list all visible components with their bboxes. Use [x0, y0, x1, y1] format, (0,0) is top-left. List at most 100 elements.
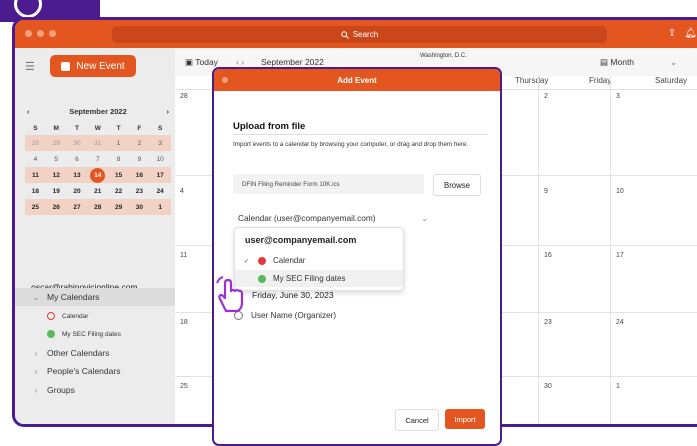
day-number[interactable]: 4	[180, 188, 184, 195]
day-number[interactable]: 10	[616, 188, 624, 195]
mini-calendar-day[interactable]: 2	[128, 135, 150, 151]
view-mode-select[interactable]: ▤ Month	[600, 57, 634, 68]
today-label: Today	[195, 57, 218, 67]
mini-calendar-day[interactable]: 10	[150, 151, 171, 167]
sidebar-item-my-calendars[interactable]: ⌄ My Calendars	[15, 288, 175, 306]
day-number[interactable]: 23	[544, 319, 552, 326]
mini-calendar-day[interactable]: 21	[87, 183, 108, 199]
mini-calendar-day[interactable]: 3	[149, 135, 171, 151]
mini-calendar-day[interactable]: 26	[45, 199, 67, 215]
weekday-label: Friday	[589, 76, 612, 85]
mini-calendar-day[interactable]: 15	[108, 167, 129, 183]
prev-month-icon[interactable]: ‹	[27, 107, 30, 116]
today-marker: 14	[90, 167, 106, 183]
cancel-button[interactable]: Cancel	[395, 409, 439, 431]
day-number[interactable]: 28	[180, 93, 188, 100]
grid-line	[538, 76, 539, 424]
window-controls[interactable]	[25, 30, 56, 37]
mini-calendar-day[interactable]: 29	[108, 199, 129, 215]
calendar-dropdown: user@companyemail.com ✓ Calendar My SEC …	[234, 227, 404, 291]
mini-calendar-day[interactable]: 11	[25, 167, 46, 183]
day-number[interactable]: 2	[544, 93, 548, 100]
day-number[interactable]: 24	[616, 319, 624, 326]
mini-calendar-day[interactable]: 17	[149, 167, 171, 183]
chevron-right-icon: ›	[34, 348, 38, 358]
dropdown-calendar-label: Calendar	[273, 256, 306, 265]
mini-calendar-day[interactable]: 29	[45, 135, 67, 151]
new-event-button[interactable]: New Event	[50, 55, 136, 77]
today-button[interactable]: ▣ Today	[185, 57, 218, 68]
dropdown-item-calendar[interactable]: ✓ Calendar	[235, 252, 403, 269]
mini-calendar-day[interactable]: 25	[25, 199, 46, 215]
mini-calendar-day[interactable]: 16	[128, 167, 150, 183]
mini-calendar-day[interactable]: 9	[129, 151, 150, 167]
day-number[interactable]: 3	[616, 93, 620, 100]
sidebar-item-calendar[interactable]: Calendar	[15, 307, 175, 325]
day-number[interactable]: 16	[544, 252, 552, 259]
chevron-down-icon[interactable]: ⌄	[670, 57, 677, 68]
search-bar[interactable]: Search	[112, 26, 607, 43]
mini-calendar-day[interactable]: 18	[25, 183, 46, 199]
day-number[interactable]: 1	[616, 383, 620, 390]
nav-arrows[interactable]: ‹ ›	[236, 57, 244, 67]
weekday-header: W	[94, 124, 101, 132]
mini-calendar-day[interactable]: 30	[66, 135, 88, 151]
next-month-icon[interactable]: ›	[166, 107, 169, 116]
mini-calendar-day[interactable]: 4	[25, 151, 46, 167]
sec-filing-color-icon	[258, 274, 266, 283]
mini-calendar-day[interactable]: 30	[128, 199, 150, 215]
sidebar-item-other-calendars[interactable]: › Other Calendars	[15, 344, 175, 362]
view-mode-label: Month	[610, 57, 635, 67]
mini-calendar-day[interactable]: 27	[66, 199, 88, 215]
organizer-row: User Name (Organizer)	[234, 311, 336, 320]
dropdown-sec-label: My SEC Filing dates	[273, 274, 346, 283]
sidebar-item-sec-filing[interactable]: My SEC Filing dates	[15, 325, 175, 343]
menu-icon[interactable]: ☰	[25, 60, 35, 73]
mini-calendar-day[interactable]: 13	[66, 167, 88, 183]
sidebar-item-groups[interactable]: › Groups	[15, 381, 175, 399]
share-icon[interactable]: ⇪	[668, 28, 676, 39]
mini-calendar-day[interactable]: 19	[46, 183, 67, 199]
day-number[interactable]: 11	[180, 252, 187, 259]
mini-calendar-day[interactable]: 8	[108, 151, 129, 167]
close-dot-icon[interactable]	[222, 77, 228, 83]
dropdown-item-sec-filing[interactable]: My SEC Filing dates	[235, 270, 403, 287]
groups-label: Groups	[47, 385, 75, 395]
mini-calendar-day[interactable]: 14	[87, 167, 109, 183]
weekday-header: S	[158, 124, 163, 132]
mini-calendar-day[interactable]: 28	[87, 199, 109, 215]
upload-title: Upload from file	[233, 121, 306, 132]
mini-calendar-day[interactable]: 31	[87, 135, 109, 151]
mini-calendar-day[interactable]: 1	[108, 135, 129, 151]
mini-calendar-day[interactable]: 22	[108, 183, 129, 199]
chevron-down-icon: ⌄	[32, 291, 40, 302]
mini-calendar-day[interactable]: 12	[45, 167, 67, 183]
mini-calendar-day[interactable]: 1	[149, 199, 171, 215]
day-number[interactable]: 9	[544, 188, 548, 195]
browse-button[interactable]: Browse	[433, 174, 481, 196]
bell-icon[interactable]: 🔔︎	[684, 28, 697, 39]
file-name-field[interactable]: DFIN Filing Reminder Form 10K.ics	[233, 174, 424, 194]
sidebar-item-peoples-calendars[interactable]: › People's Calendars	[15, 362, 175, 380]
mini-calendar-day[interactable]: 5	[46, 151, 67, 167]
mini-calendar-day[interactable]: 7	[87, 151, 108, 167]
calendar-color-icon[interactable]	[47, 312, 55, 320]
mini-calendar-day[interactable]: 28	[25, 135, 46, 151]
search-icon	[341, 30, 349, 39]
calendar-select[interactable]: Calendar (user@companyemail.com) ⌄	[238, 211, 428, 225]
check-circle-icon[interactable]	[47, 330, 55, 338]
mini-calendar-day[interactable]: 24	[150, 183, 171, 199]
divider	[233, 134, 487, 135]
import-button[interactable]: Import	[445, 409, 485, 429]
day-number[interactable]: 30	[544, 383, 552, 390]
month-title: September 2022	[261, 57, 324, 67]
day-number[interactable]: 17	[616, 252, 624, 259]
mini-calendar-day[interactable]: 23	[129, 183, 150, 199]
mini-calendar-day[interactable]: 6	[67, 151, 88, 167]
weekday-label: Thursday	[515, 76, 549, 85]
location-label: Washington, D.C.	[420, 53, 467, 59]
mini-calendar-day[interactable]: 20	[67, 183, 88, 199]
day-number[interactable]: 18	[180, 319, 188, 326]
dropdown-account: user@companyemail.com	[245, 235, 357, 245]
day-number[interactable]: 25	[180, 383, 188, 390]
